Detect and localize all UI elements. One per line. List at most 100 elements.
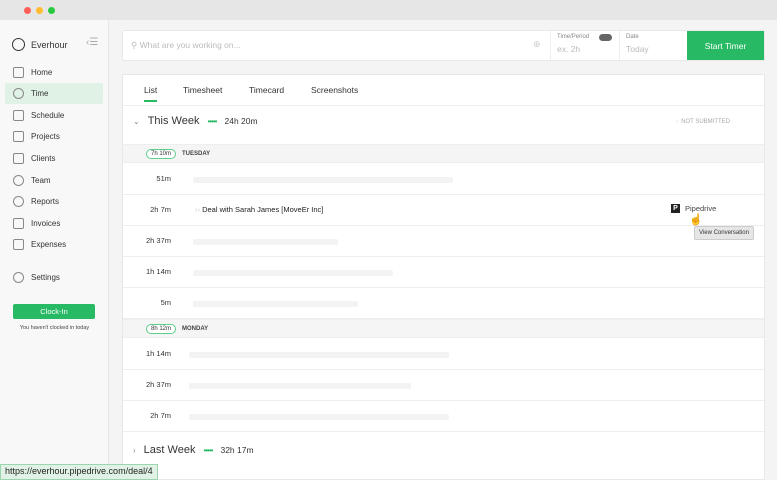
sidebar-item-expenses[interactable]: Expenses	[5, 234, 103, 255]
week-title: Last Week	[143, 444, 196, 456]
brand-name: Everhour	[31, 39, 68, 50]
clock-in-button[interactable]: Clock-In	[13, 304, 95, 319]
sidebar-item-label: Expenses	[31, 240, 67, 249]
table-row[interactable]: 2h 7m ›› Deal with Sarah James [MoveEr In…	[123, 195, 764, 226]
row-duration: 2h 37m	[145, 380, 171, 389]
sidebar-item-label: Time	[31, 89, 49, 98]
this-week-header[interactable]: ⌄ This Week ••••• 24h 20m	[133, 115, 258, 127]
time-period-field[interactable]: Time/Period ex. 2h	[550, 31, 620, 60]
timer-bar: ⚲ What are you working on... ⊕ Time/Peri…	[122, 30, 765, 61]
sidebar-item-schedule[interactable]: Schedule	[5, 105, 103, 126]
day-total-badge: 8h 12m	[146, 323, 177, 334]
week-total: 24h 20m	[224, 116, 258, 126]
table-row[interactable]: 1h 14m	[123, 339, 764, 370]
row-duration: 1h 14m	[145, 267, 171, 276]
progress-dots-icon: •••••	[207, 116, 217, 126]
task-name: ›› Deal with Sarah James [MoveEr Inc]	[195, 205, 324, 214]
tab-timecard[interactable]: Timecard	[249, 85, 284, 95]
sidebar-item-label: Projects	[31, 132, 60, 141]
maximize-window-button[interactable]	[48, 7, 55, 14]
add-icon[interactable]: ⊕	[533, 39, 541, 50]
sidebar-item-label: Schedule	[31, 111, 65, 120]
sidebar-item-team[interactable]: Team	[5, 170, 103, 191]
table-row[interactable]: 51m	[123, 164, 764, 195]
clock-icon	[13, 88, 24, 99]
day-header-monday: 8h 12m MONDAY	[123, 319, 764, 338]
search-placeholder: What are you working on...	[139, 40, 241, 50]
week-total: 32h 17m	[220, 445, 254, 455]
everhour-logo-icon	[12, 38, 25, 51]
sidebar-item-label: Reports	[31, 197, 60, 206]
date-input[interactable]: Today	[626, 44, 683, 54]
week-title: This Week	[147, 115, 200, 127]
time-input[interactable]: ex. 2h	[557, 44, 614, 54]
row-duration: 5m	[160, 298, 171, 307]
sidebar-item-invoices[interactable]: Invoices	[5, 213, 103, 234]
date-label: Date	[626, 34, 639, 40]
placeholder-bar	[189, 352, 449, 358]
schedule-icon	[13, 110, 24, 121]
placeholder-bar	[193, 301, 358, 307]
table-row[interactable]: 1h 14m	[123, 257, 764, 288]
invoice-icon	[13, 218, 24, 229]
tab-timesheet[interactable]: Timesheet	[183, 85, 222, 95]
last-week-header[interactable]: › Last Week ••••• 32h 17m	[133, 444, 254, 456]
time-list-card: List Timesheet Timecard Screenshots ⌄ Thi…	[122, 74, 765, 480]
sidebar: Everhour ‹☰ Home Time Schedule Projects …	[0, 20, 109, 480]
minimize-window-button[interactable]	[36, 7, 43, 14]
brand[interactable]: Everhour	[12, 38, 68, 51]
day-header-tuesday: 7h 10m TUESDAY	[123, 144, 764, 163]
reports-icon	[13, 196, 24, 207]
task-title: Deal with Sarah James [MoveEr Inc]	[202, 205, 324, 214]
table-row[interactable]: 2h 7m	[123, 401, 764, 432]
day-name: TUESDAY	[182, 150, 211, 157]
sidebar-item-label: Clients	[31, 154, 56, 163]
row-duration: 2h 7m	[150, 411, 171, 420]
table-row[interactable]: 2h 37m	[123, 370, 764, 401]
status-text: NOT SUBMITTED	[681, 119, 730, 125]
sidebar-item-label: Settings	[31, 273, 60, 282]
clock-in-note: You haven't clocked in today	[19, 325, 90, 331]
placeholder-bar	[193, 239, 338, 245]
team-icon	[13, 175, 24, 186]
row-duration: 2h 37m	[145, 236, 171, 245]
sidebar-item-home[interactable]: Home	[5, 62, 103, 83]
tab-screenshots[interactable]: Screenshots	[311, 85, 358, 95]
search-input[interactable]: ⚲ What are you working on...	[131, 40, 241, 51]
day-name: MONDAY	[182, 325, 209, 332]
placeholder-bar	[193, 177, 453, 183]
sidebar-item-settings[interactable]: Settings	[5, 267, 103, 288]
sidebar-item-clients[interactable]: Clients	[5, 148, 103, 169]
sidebar-item-label: Team	[31, 176, 51, 185]
tooltip: View Conversation	[694, 226, 754, 240]
time-period-toggle[interactable]	[599, 34, 612, 41]
pipedrive-icon: P	[671, 204, 680, 213]
window-titlebar	[0, 0, 777, 20]
close-window-button[interactable]	[24, 7, 31, 14]
table-row[interactable]: 2h 37m	[123, 226, 764, 257]
chevron-right-icon: ›	[133, 445, 136, 455]
start-timer-button[interactable]: Start Timer	[687, 31, 764, 60]
sidebar-item-projects[interactable]: Projects	[5, 126, 103, 147]
link-status-bar: https://everhour.pipedrive.com/deal/4	[0, 464, 158, 480]
projects-icon	[13, 131, 24, 142]
sidebar-item-reports[interactable]: Reports	[5, 191, 103, 212]
tab-list[interactable]: List	[144, 85, 158, 102]
sidebar-item-label: Home	[31, 68, 53, 77]
chevron-down-icon: ⌄	[133, 116, 140, 126]
table-row[interactable]: 5m	[123, 288, 764, 319]
sidebar-item-label: Invoices	[31, 219, 61, 228]
progress-dots-icon: •••••	[203, 445, 213, 455]
row-duration: 1h 14m	[145, 349, 171, 358]
submission-status: ◌ NOT SUBMITTED	[675, 119, 730, 125]
row-duration: 51m	[156, 174, 171, 183]
placeholder-bar	[189, 414, 449, 420]
hand-cursor-icon: ☝	[689, 214, 703, 226]
sidebar-item-time[interactable]: Time	[5, 83, 103, 104]
home-icon	[13, 67, 24, 78]
pipedrive-link[interactable]: P Pipedrive	[671, 204, 716, 213]
gear-icon	[13, 272, 24, 283]
integration-name: Pipedrive	[685, 204, 717, 213]
collapse-sidebar-icon[interactable]: ‹☰	[86, 37, 98, 48]
date-field[interactable]: Date Today	[619, 31, 689, 60]
